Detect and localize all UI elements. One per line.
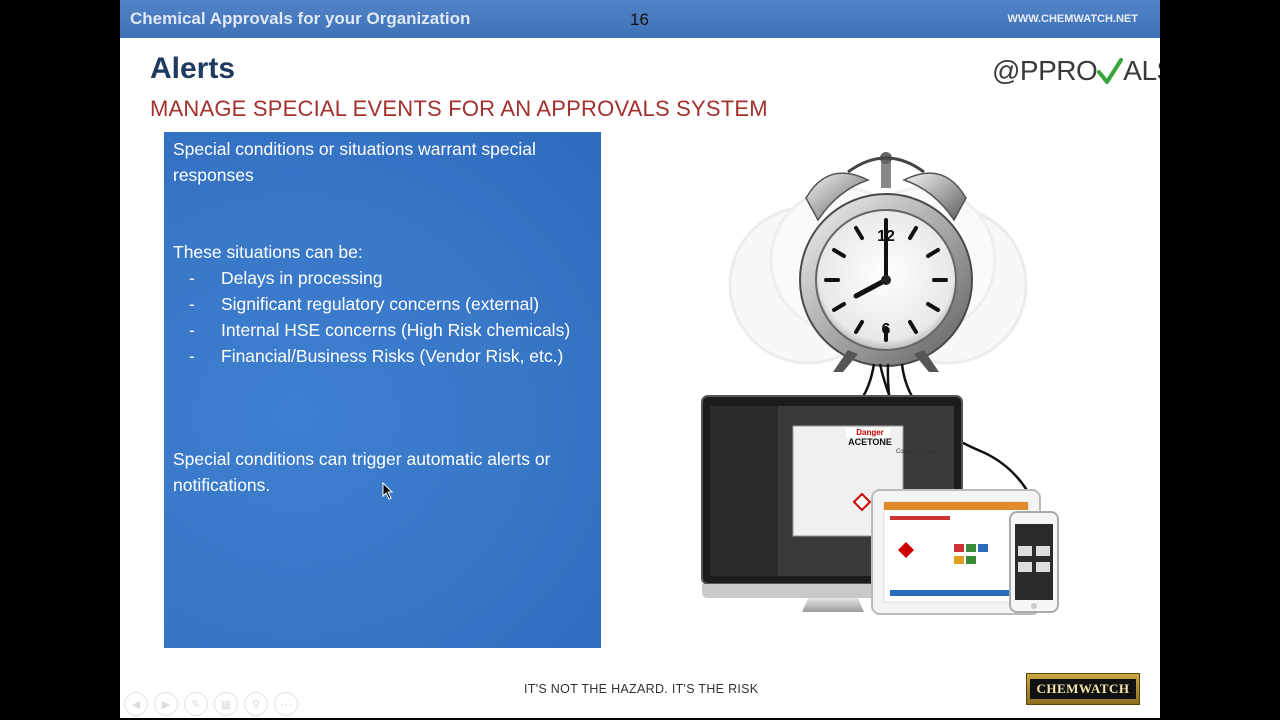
slides-icon[interactable]: ▦ (214, 692, 238, 716)
list-item-text: Internal HSE concerns (High Risk chemica… (221, 320, 571, 340)
conclusion-text: Special conditions can trigger automatic… (173, 449, 551, 495)
smartphone-icon (1009, 511, 1059, 613)
prev-icon[interactable]: ◀ (124, 692, 148, 716)
logo-text-end: ALS (1123, 55, 1160, 86)
bullet-dash: - (189, 268, 195, 288)
slide-heading: Alerts (150, 52, 236, 85)
slideshow-controls: ◀ ▶ ✎ ▦ ⚲ ⋯ (124, 692, 298, 716)
next-icon[interactable]: ▶ (154, 692, 178, 716)
list-item-text: Delays in processing (221, 268, 383, 288)
list-item-text: Financial/Business Risks (Vendor Risk, e… (221, 346, 564, 366)
slide-subheading: MANAGE SPECIAL EVENTS FOR AN APPROVALS S… (150, 96, 768, 121)
zoom-icon[interactable]: ⚲ (244, 692, 268, 716)
list-item: - Financial/Business Risks (Vendor Risk, … (173, 343, 593, 369)
clock-numeral-6: 6 (882, 321, 891, 338)
list-heading: These situations can be: (173, 242, 363, 262)
bullet-dash: - (189, 294, 195, 314)
list-item: - Significant regulatory concerns (extern… (173, 291, 593, 317)
list-item-text: Significant regulatory concerns (externa… (221, 294, 540, 314)
list-item: - Internal HSE concerns (High Risk chemic… (173, 317, 593, 343)
chemwatch-logo: CHEMWATCH (1026, 673, 1140, 705)
intro-text: Special conditions or situations warrant… (173, 139, 536, 185)
bullet-dash: - (189, 320, 195, 340)
content-box: Special conditions or situations warrant… (164, 132, 601, 648)
slide: Chemical Approvals for your Organization… (120, 0, 1160, 718)
pen-icon[interactable]: ✎ (184, 692, 208, 716)
header-bar: Chemical Approvals for your Organization… (120, 0, 1160, 38)
mouse-cursor-icon (382, 482, 394, 500)
presentation-title: Chemical Approvals for your Organization (130, 9, 471, 28)
more-icon[interactable]: ⋯ (274, 692, 298, 716)
slide-number: 16 (630, 10, 649, 29)
website-link[interactable]: WWW.CHEMWATCH.NET (1007, 13, 1138, 25)
logo-text-start: @PPRO (992, 55, 1098, 86)
situations-list: - Delays in processing - Significant regul… (173, 265, 593, 369)
screen-chemical-label: ACETONE (848, 437, 892, 447)
chemwatch-logo-text: CHEMWATCH (1030, 679, 1136, 699)
bullet-dash: - (189, 346, 195, 366)
footer-tagline: IT'S NOT THE HAZARD. IT'S THE RISK (524, 682, 759, 696)
approvals-logo: @PPRO ALS (992, 55, 1160, 87)
alarm-clock-devices-illustration: 12 6 Danger ACETONE (701, 152, 1059, 615)
screen-danger-label: Danger (856, 428, 884, 437)
screen-contact-label: Contact Details (896, 449, 937, 455)
checkmark-icon (1097, 58, 1124, 84)
list-item: - Delays in processing (173, 265, 593, 291)
